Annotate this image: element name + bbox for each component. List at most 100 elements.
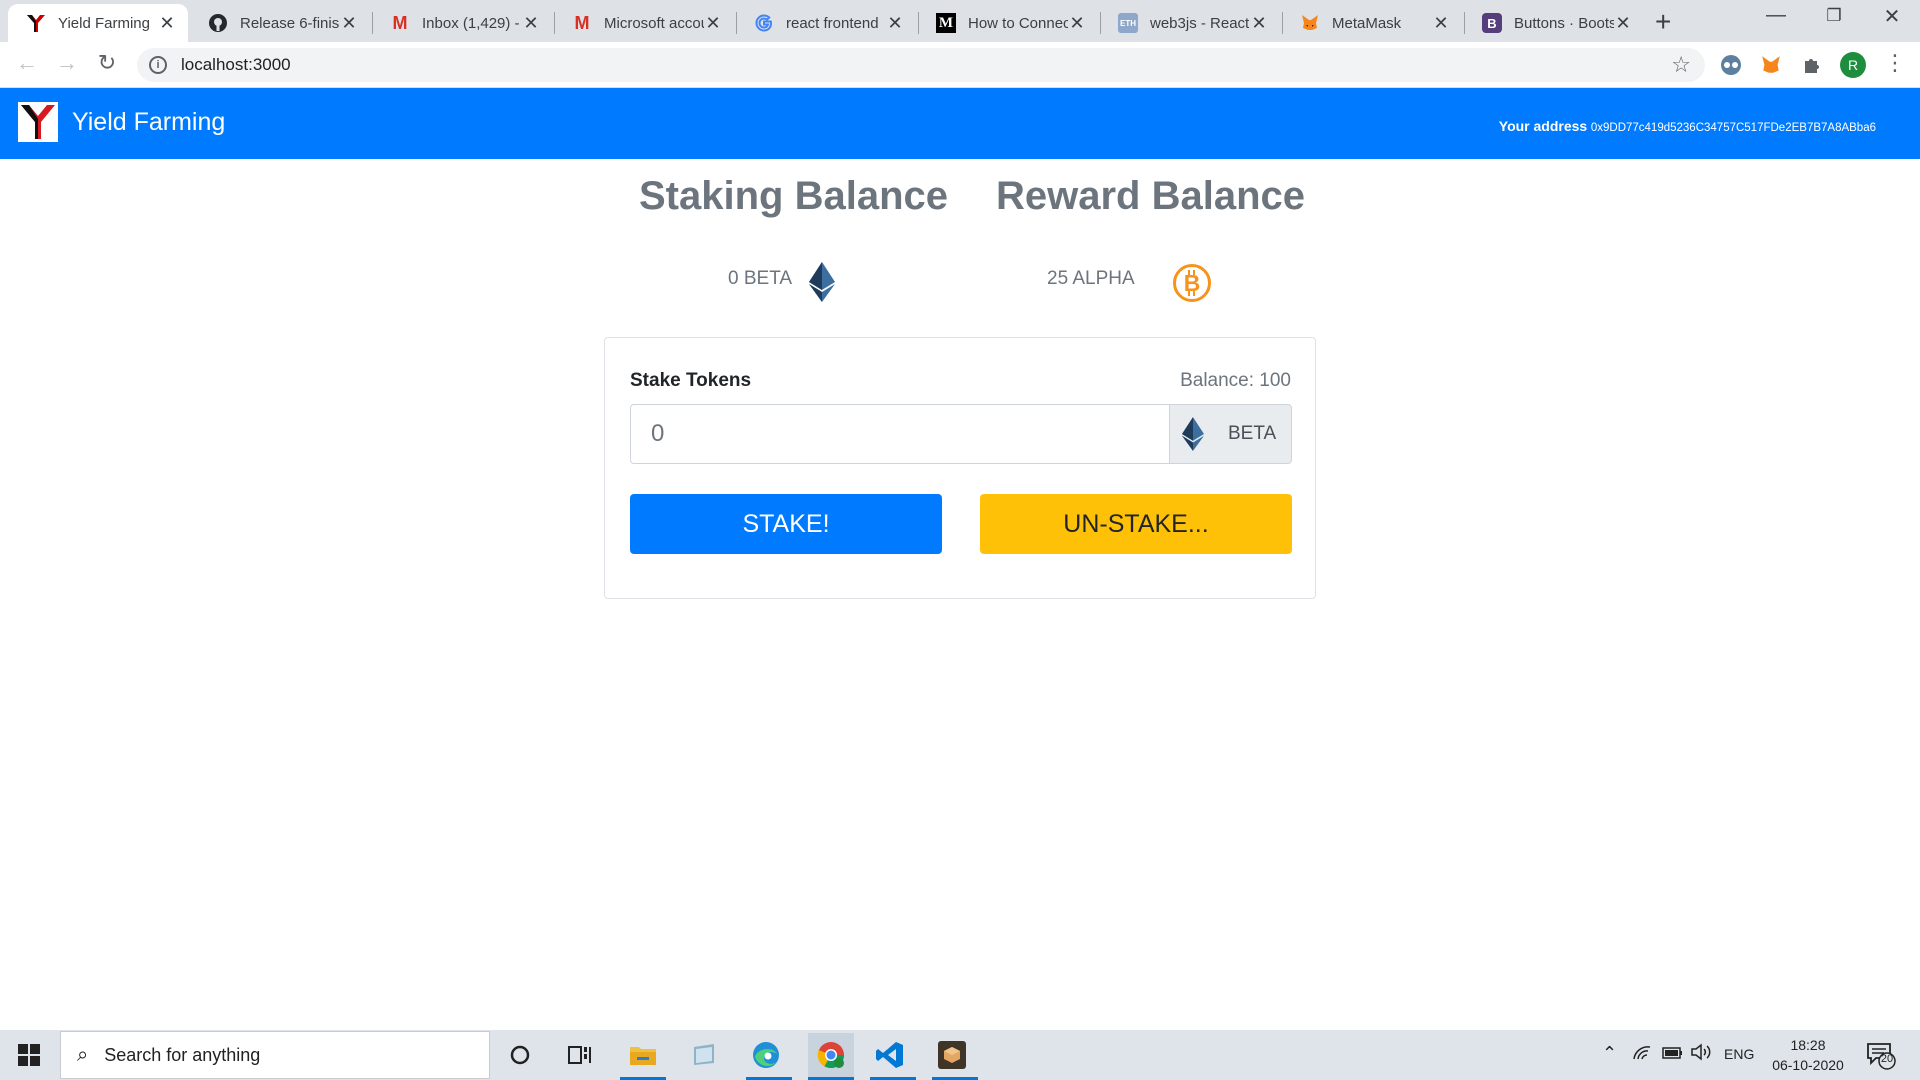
- stake-tokens-label: Stake Tokens: [630, 370, 752, 391]
- user-address: Your address 0x9DD77c419d5236C34757C517F…: [1499, 118, 1876, 134]
- tab-title: Yield Farming: [58, 14, 150, 32]
- search-placeholder: Search for anything: [104, 1044, 261, 1065]
- vscode-icon[interactable]: [870, 1038, 910, 1072]
- clock-time: 18:28: [1790, 1037, 1826, 1053]
- show-hidden-icons-chevron-up-icon[interactable]: ⌃: [1602, 1043, 1617, 1064]
- taskbar-search-box[interactable]: ⌕ Search for anything: [60, 1031, 490, 1079]
- ethereum-icon: [1182, 416, 1204, 452]
- yield-farming-favicon-icon: [26, 13, 46, 33]
- stake-input-group: BETA: [630, 404, 1292, 464]
- stake-card: Stake Tokens Balance: 100 BETA STAKE! UN…: [604, 337, 1316, 599]
- token-addon: BETA: [1169, 404, 1292, 464]
- extension-glasses-icon[interactable]: [1718, 52, 1744, 78]
- tab-title: MetaMask: [1332, 14, 1402, 32]
- tab-close-icon[interactable]: ✕: [1614, 13, 1632, 34]
- tab-close-icon[interactable]: ✕: [1432, 13, 1450, 34]
- tab-microsoft-account[interactable]: M Microsoft accou ✕: [554, 4, 734, 42]
- notification-count: 20: [1880, 1053, 1894, 1065]
- reward-balance-title: Reward Balance: [996, 174, 1306, 218]
- token-symbol: BETA: [1228, 423, 1277, 444]
- unstake-button[interactable]: UN-STAKE...: [980, 494, 1292, 554]
- remote-desktop-icon[interactable]: [684, 1038, 724, 1072]
- minimize-window-icon[interactable]: —: [1756, 4, 1796, 27]
- metamask-extension-icon[interactable]: [1758, 52, 1784, 78]
- svg-text:B: B: [1184, 270, 1201, 296]
- gmail-icon: M: [574, 12, 590, 33]
- tab-title: Microsoft accou: [604, 14, 704, 32]
- tab-close-icon[interactable]: ✕: [1068, 13, 1086, 34]
- medium-icon: M: [936, 13, 956, 33]
- google-icon: [754, 13, 774, 33]
- address-label: Your address: [1498, 118, 1588, 134]
- yield-farming-logo-icon: [18, 102, 58, 142]
- tab-close-icon[interactable]: ✕: [886, 13, 904, 34]
- tab-title: Buttons · Boots: [1514, 14, 1614, 32]
- gmail-icon: M: [392, 12, 408, 33]
- brand-name: Yield Farming: [72, 107, 226, 136]
- eth-stackexchange-icon: ETH: [1118, 13, 1138, 33]
- browser-toolbar: ← → ↻ i localhost:3000 ☆ R ⋮: [0, 42, 1920, 88]
- forward-arrow-icon[interactable]: →: [52, 50, 82, 76]
- tab-close-icon[interactable]: ✕: [158, 13, 176, 34]
- staking-balance-title: Staking Balance: [639, 174, 949, 218]
- address-value: 0x9DD77c419d5236C34757C517FDe2EB7B7A8ABb…: [1590, 122, 1876, 134]
- ganache-icon[interactable]: [932, 1038, 972, 1072]
- new-tab-button[interactable]: +: [1655, 6, 1671, 38]
- volume-icon[interactable]: [1690, 1043, 1712, 1066]
- windows-start-icon[interactable]: [18, 1044, 40, 1071]
- staking-balance-value: 0 BETA: [728, 268, 793, 289]
- notification-center-icon[interactable]: 20: [1866, 1040, 1896, 1070]
- tab-eth-stackexchange[interactable]: ETH web3js - React ✕: [1100, 4, 1280, 42]
- file-explorer-icon[interactable]: [623, 1038, 663, 1072]
- tab-title: How to Connec: [968, 14, 1068, 32]
- tab-github[interactable]: Release 6-finish ✕: [190, 4, 370, 42]
- search-icon: ⌕: [77, 1043, 89, 1066]
- wallet-balance: Balance: 100: [1180, 370, 1291, 391]
- tab-bootstrap-buttons[interactable]: B Buttons · Boots ✕: [1464, 4, 1644, 42]
- close-window-icon[interactable]: ✕: [1872, 4, 1912, 29]
- tab-metamask[interactable]: MetaMask ✕: [1282, 4, 1462, 42]
- tab-medium[interactable]: M How to Connec ✕: [918, 4, 1098, 42]
- tab-close-icon[interactable]: ✕: [522, 13, 540, 34]
- extensions-puzzle-icon[interactable]: [1799, 52, 1825, 78]
- bootstrap-icon: B: [1482, 13, 1502, 33]
- tab-title: react frontend: [786, 14, 879, 32]
- site-info-icon[interactable]: i: [149, 56, 167, 74]
- ethereum-icon: [809, 262, 835, 307]
- battery-icon[interactable]: [1660, 1043, 1684, 1066]
- github-icon: [208, 13, 228, 33]
- system-clock[interactable]: 18:28 06-10-2020: [1768, 1035, 1848, 1075]
- edge-browser-icon[interactable]: [746, 1038, 786, 1072]
- tab-yield-farming[interactable]: Yield Farming ✕: [8, 4, 188, 42]
- browser-menu-icon[interactable]: ⋮: [1884, 50, 1906, 76]
- tab-gmail-inbox[interactable]: M Inbox (1,429) - ✕: [372, 4, 552, 42]
- tab-close-icon[interactable]: ✕: [704, 13, 722, 34]
- app-navbar: Yield Farming Your address 0x9DD77c419d5…: [0, 88, 1920, 159]
- tab-close-icon[interactable]: ✕: [340, 13, 358, 34]
- tab-title: Inbox (1,429) -: [422, 14, 520, 32]
- tab-close-icon[interactable]: ✕: [1250, 13, 1268, 34]
- profile-avatar[interactable]: R: [1840, 52, 1866, 78]
- address-bar[interactable]: i localhost:3000 ☆: [137, 48, 1705, 82]
- tab-title: Release 6-finish: [240, 14, 340, 32]
- windows-taskbar: ⌕ Search for anything ⌃ ENG 18:28 06-10-…: [0, 1030, 1920, 1080]
- stake-button[interactable]: STAKE!: [630, 494, 942, 554]
- tab-title: web3js - React: [1150, 14, 1250, 32]
- wifi-icon[interactable]: [1632, 1043, 1652, 1066]
- browser-tab-strip: Yield Farming ✕ Release 6-finish ✕ M Inb…: [0, 0, 1920, 42]
- bookmark-star-icon[interactable]: ☆: [1671, 52, 1691, 78]
- brand[interactable]: Yield Farming: [18, 102, 225, 142]
- input-language[interactable]: ENG: [1724, 1046, 1754, 1062]
- clock-date: 06-10-2020: [1772, 1057, 1844, 1073]
- chrome-icon[interactable]: [808, 1033, 854, 1077]
- tab-google-search[interactable]: react frontend ✕: [736, 4, 916, 42]
- cortana-icon[interactable]: [500, 1038, 540, 1072]
- stake-amount-input[interactable]: [630, 404, 1170, 464]
- reload-icon[interactable]: ↻: [92, 50, 122, 76]
- back-arrow-icon[interactable]: ←: [12, 50, 42, 76]
- url-text[interactable]: localhost:3000: [181, 55, 291, 75]
- restore-window-icon[interactable]: ❐: [1814, 6, 1854, 26]
- metamask-icon: [1300, 13, 1320, 33]
- task-view-icon[interactable]: [560, 1038, 600, 1072]
- bitcoin-icon: B: [1172, 263, 1212, 308]
